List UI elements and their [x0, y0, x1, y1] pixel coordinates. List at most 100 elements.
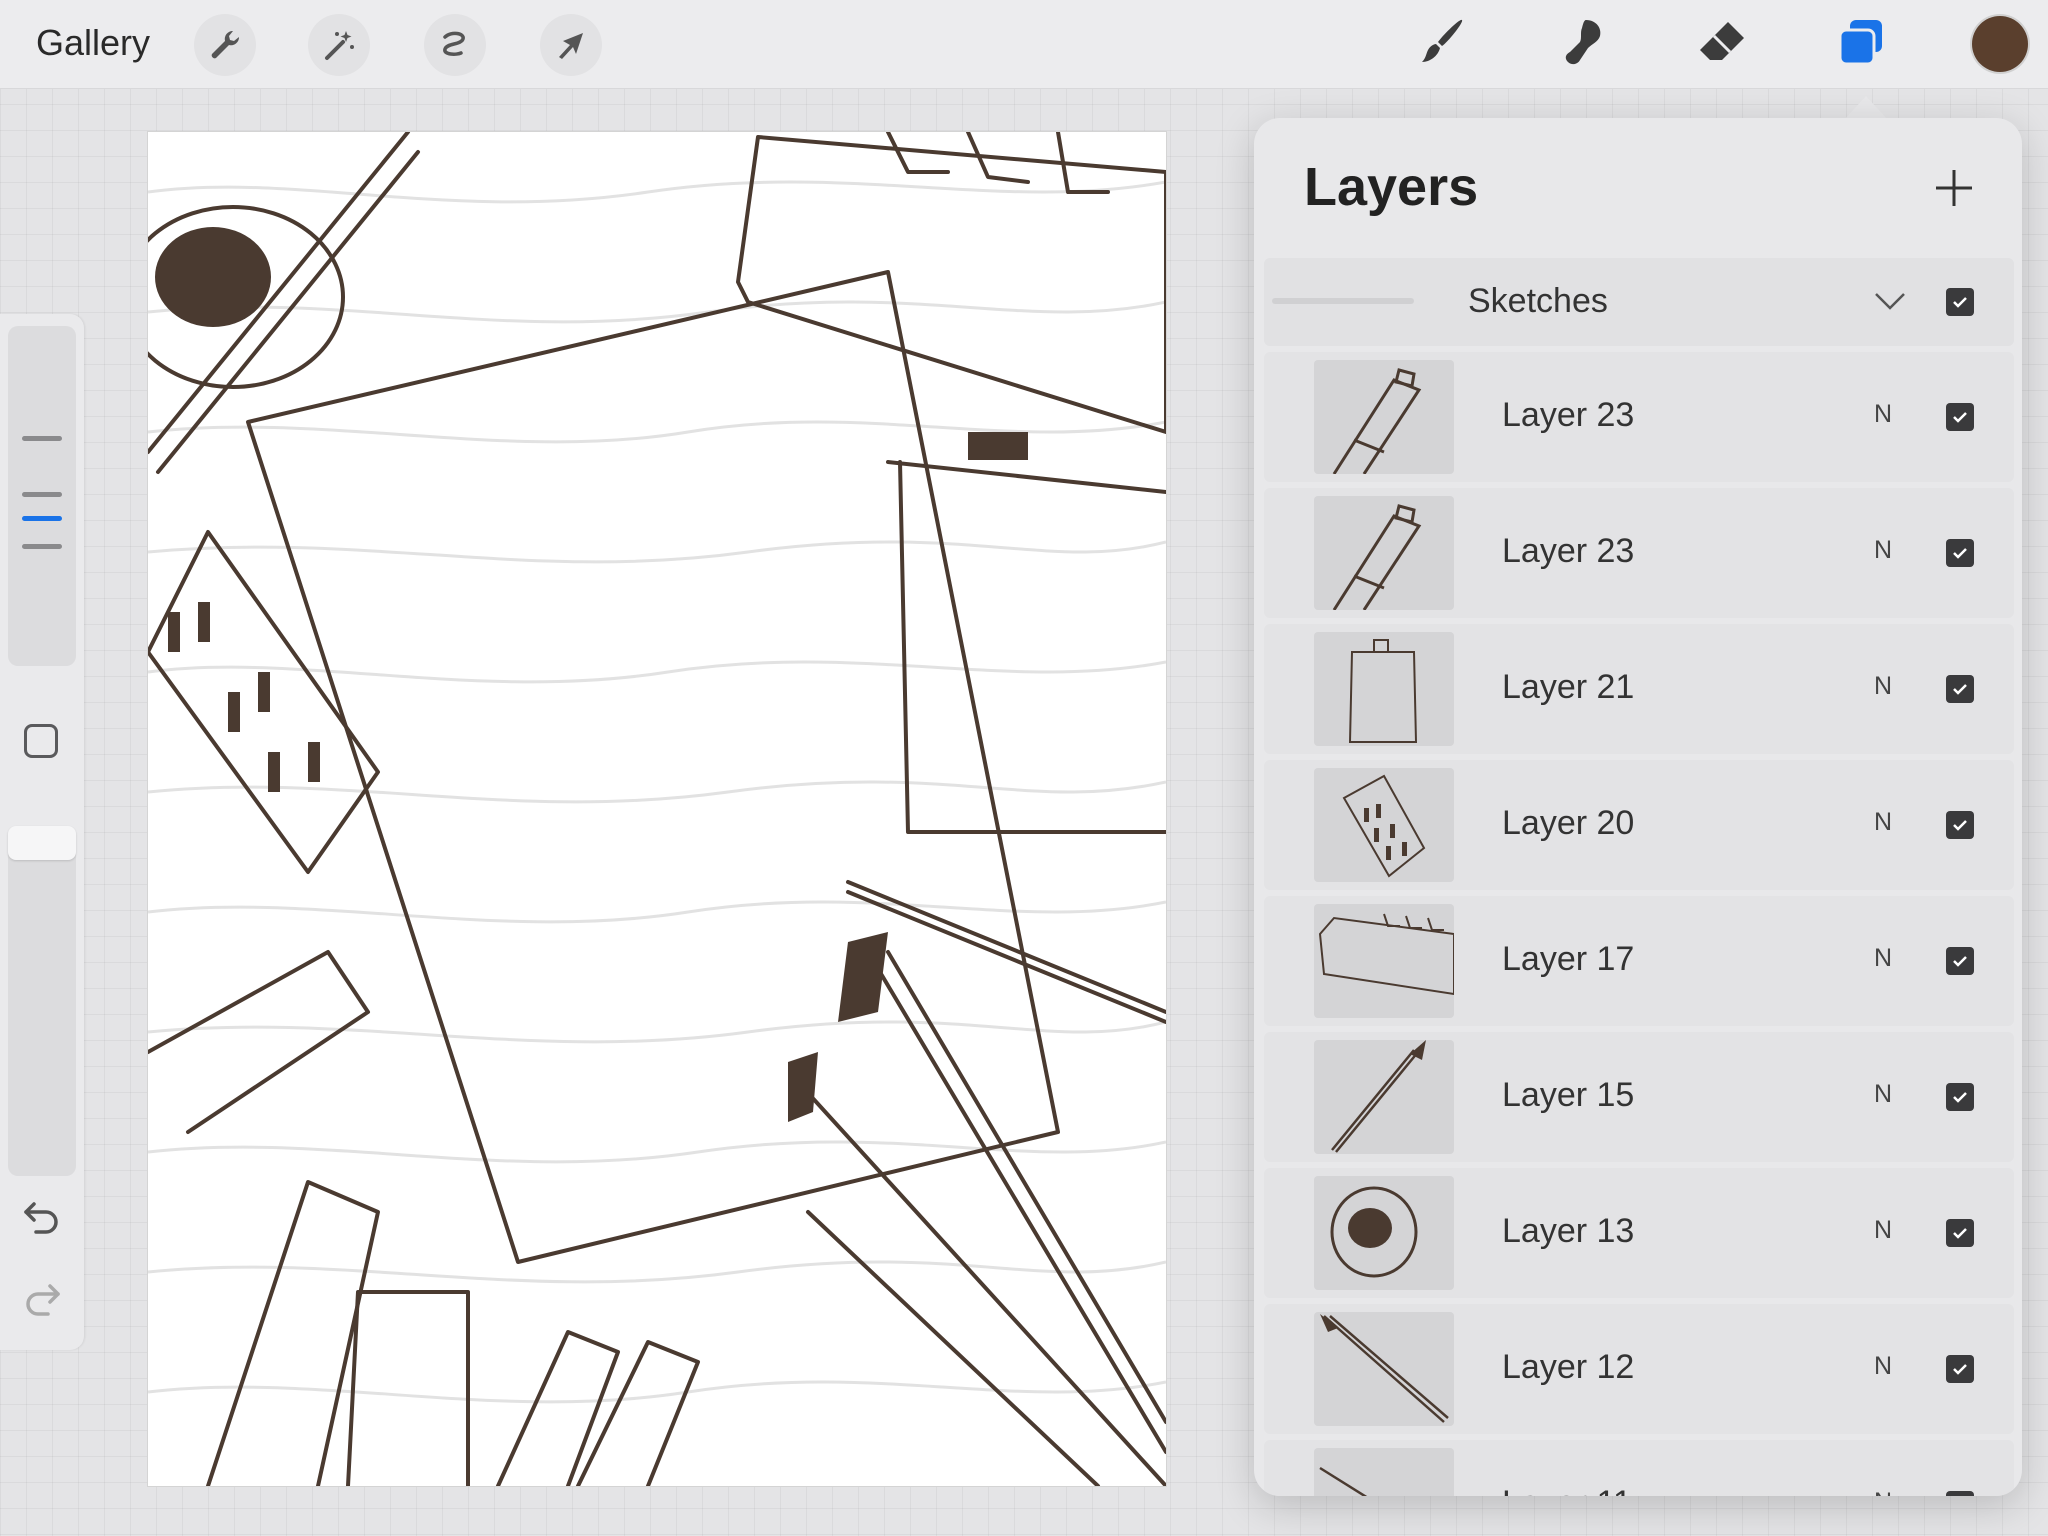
layer-thumbnail — [1314, 1176, 1454, 1290]
layer-name: Layer 17 — [1502, 940, 1635, 978]
group-collapse-button[interactable] — [1870, 280, 1910, 320]
check-icon — [1953, 1364, 1967, 1375]
smudge-tool-button[interactable] — [1550, 12, 1614, 76]
layer-row[interactable]: Layer 15 N — [1264, 1032, 2014, 1162]
gallery-button[interactable]: Gallery — [36, 22, 150, 64]
size-tick — [22, 492, 62, 497]
blend-mode-button[interactable]: N — [1874, 944, 1892, 973]
layer-thumbnail — [1314, 360, 1454, 474]
redo-icon — [26, 1284, 60, 1316]
layer-thumbnail — [1314, 496, 1454, 610]
layer-thumbnail — [1314, 1448, 1454, 1496]
smudge-icon — [1565, 20, 1601, 65]
check-icon — [1953, 297, 1967, 308]
layer-row[interactable]: Layer 11 N — [1264, 1440, 2014, 1496]
check-icon — [1953, 1228, 1967, 1239]
eraser-tool-button[interactable] — [1690, 12, 1754, 76]
eraser-icon — [1700, 22, 1744, 60]
brush-icon — [1422, 19, 1463, 62]
group-visibility-checkbox[interactable] — [1946, 288, 1974, 316]
layers-panel: Layers Sketches Layer 23 N Layer 23 N La… — [1254, 118, 2022, 1496]
size-tick — [22, 436, 62, 441]
layer-name: Layer 23 — [1502, 532, 1635, 570]
layer-group-row[interactable]: Sketches — [1264, 258, 2014, 346]
layer-visibility-checkbox[interactable] — [1946, 1083, 1974, 1111]
layer-thumbnail — [1314, 904, 1454, 1018]
blend-mode-button[interactable]: N — [1874, 1488, 1892, 1496]
layer-row[interactable]: Layer 23 N — [1264, 352, 2014, 482]
layer-visibility-checkbox[interactable] — [1946, 1355, 1974, 1383]
plus-icon — [1936, 170, 1972, 206]
brush-size-slider[interactable] — [8, 326, 76, 666]
check-icon — [1953, 412, 1967, 423]
actions-button[interactable] — [194, 14, 256, 76]
layer-list: Layer 23 N Layer 23 N Layer 21 N Layer 2… — [1264, 352, 2014, 1496]
group-thumbnail-line — [1272, 298, 1414, 304]
transform-button[interactable] — [540, 14, 602, 76]
layer-visibility-checkbox[interactable] — [1946, 947, 1974, 975]
panel-caret — [1844, 96, 1888, 120]
check-icon — [1950, 1495, 1970, 1496]
drawing-canvas[interactable] — [148, 132, 1166, 1486]
layer-name: Layer 12 — [1502, 1348, 1635, 1386]
layer-row[interactable]: Layer 17 N — [1264, 896, 2014, 1026]
layer-name: Layer 21 — [1502, 668, 1635, 706]
redo-button[interactable] — [20, 1276, 64, 1320]
layer-visibility-checkbox[interactable] — [1946, 403, 1974, 431]
layer-row[interactable]: Layer 23 N — [1264, 488, 2014, 618]
add-layer-button[interactable] — [1930, 164, 1978, 212]
blend-mode-button[interactable]: N — [1874, 672, 1892, 701]
layer-name: Layer 13 — [1502, 1212, 1635, 1250]
layer-name: Layer 20 — [1502, 804, 1635, 842]
check-icon — [1953, 1092, 1967, 1103]
layer-visibility-checkbox[interactable] — [1946, 811, 1974, 839]
transform-arrow-icon — [559, 33, 583, 59]
selection-button[interactable] — [424, 14, 486, 76]
selection-icon — [443, 31, 465, 56]
magic-wand-icon — [325, 31, 354, 60]
layer-row[interactable]: Layer 13 N — [1264, 1168, 2014, 1298]
size-tick — [22, 544, 62, 549]
layer-row[interactable]: Layer 12 N — [1264, 1304, 2014, 1434]
chevron-down-icon — [1875, 293, 1905, 310]
layer-thumbnail — [1314, 1040, 1454, 1154]
blend-mode-button[interactable]: N — [1874, 1352, 1892, 1381]
group-name: Sketches — [1468, 282, 1608, 320]
undo-icon — [24, 1202, 58, 1234]
adjustments-button[interactable] — [308, 14, 370, 76]
layer-name: Layer 23 — [1502, 396, 1635, 434]
layer-name: Layer 15 — [1502, 1076, 1635, 1114]
sketch-artwork — [148, 132, 1166, 1486]
blend-mode-button[interactable]: N — [1874, 1080, 1892, 1109]
layer-visibility-checkbox[interactable] — [1946, 1491, 1974, 1496]
wrench-icon — [211, 30, 240, 59]
layer-visibility-checkbox[interactable] — [1946, 1219, 1974, 1247]
blend-mode-button[interactable]: N — [1874, 400, 1892, 429]
layer-row[interactable]: Layer 21 N — [1264, 624, 2014, 754]
layer-visibility-checkbox[interactable] — [1946, 539, 1974, 567]
layer-visibility-checkbox[interactable] — [1946, 675, 1974, 703]
modify-button[interactable] — [24, 724, 58, 758]
panel-title: Layers — [1304, 157, 1479, 217]
layers-tool-button[interactable] — [1830, 12, 1894, 76]
layer-row[interactable]: Layer 20 N — [1264, 760, 2014, 890]
check-icon — [1953, 684, 1967, 695]
check-icon — [1953, 956, 1967, 967]
blend-mode-button[interactable]: N — [1874, 1216, 1892, 1245]
left-sidebar — [0, 314, 84, 1350]
undo-button[interactable] — [20, 1194, 64, 1238]
check-icon — [1953, 548, 1967, 559]
brush-tool-button[interactable] — [1410, 12, 1474, 76]
opacity-slider-knob[interactable] — [8, 826, 76, 860]
blend-mode-button[interactable]: N — [1874, 536, 1892, 565]
layer-thumbnail — [1314, 768, 1454, 882]
layer-thumbnail — [1314, 632, 1454, 746]
check-icon — [1953, 820, 1967, 831]
top-toolbar: Gallery — [0, 0, 2048, 89]
blend-mode-button[interactable]: N — [1874, 808, 1892, 837]
layer-thumbnail — [1314, 1312, 1454, 1426]
opacity-slider[interactable] — [8, 826, 76, 1176]
color-picker-button[interactable] — [1972, 16, 2028, 72]
layer-name: Layer 11 — [1502, 1484, 1632, 1496]
size-tick-active — [22, 516, 62, 521]
